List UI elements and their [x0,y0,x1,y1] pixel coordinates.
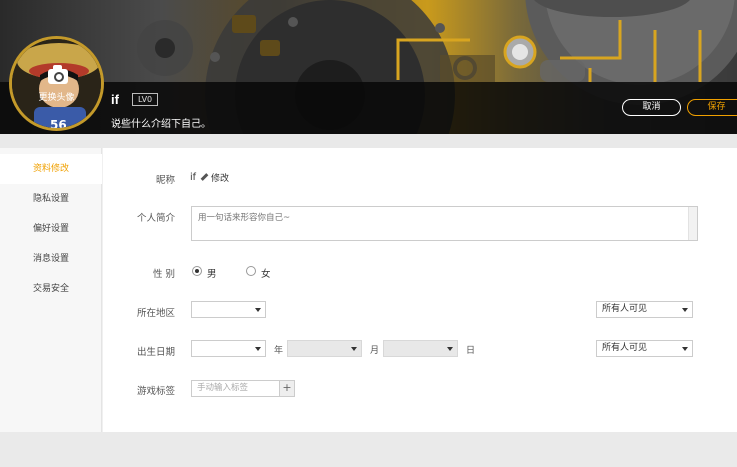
nickname-label: 昵称 [155,175,175,186]
intro-scrollbar[interactable] [688,207,697,240]
birth-day-select[interactable] [383,340,458,357]
region-visibility-select[interactable]: 所有人可见 [596,301,693,318]
camera-icon[interactable] [48,65,68,84]
chevron-down-icon [255,308,261,312]
sidebar-item-preferences[interactable]: 偏好设置 [0,214,102,244]
footer-area [0,432,737,467]
nickname-value: if [190,172,196,183]
sidebar-item-privacy[interactable]: 隐私设置 [0,184,102,214]
chevron-down-icon [255,347,261,351]
chevron-down-icon [447,347,453,351]
tags-label: 游戏标签 [136,386,175,397]
change-avatar-label[interactable]: 更换头像 [12,90,101,103]
pencil-icon [200,173,209,182]
sidebar-item-trade-security[interactable]: 交易安全 [0,274,102,304]
gender-male-radio[interactable] [192,266,202,276]
bio-summary: 说些什么介绍下自己。 [111,119,211,130]
sidebar-item-messages[interactable]: 消息设置 [0,244,102,274]
intro-textarea[interactable] [191,206,698,241]
avatar[interactable]: 56 更换头像 [9,36,104,131]
level-badge: LV0 [132,93,159,106]
chevron-down-icon [682,308,688,312]
sidebar-item-profile[interactable]: 资料修改 [0,154,102,184]
birth-month-select[interactable] [287,340,362,357]
chevron-down-icon [682,347,688,351]
birthday-visibility-value: 所有人可见 [602,343,648,353]
gender-label: 性 别 [152,269,175,280]
edit-nickname-link[interactable]: 修改 [200,171,229,184]
year-unit: 年 [274,346,284,356]
day-unit: 日 [466,346,476,356]
region-select[interactable] [191,301,266,318]
tag-input[interactable]: 手动输入标签 [191,380,279,397]
gender-female-label[interactable]: 女 [261,266,271,280]
add-tag-button[interactable]: + [279,380,295,397]
birthday-visibility-select[interactable]: 所有人可见 [596,340,693,357]
gender-female-radio[interactable] [246,266,256,276]
settings-sidebar: 资料修改 隐私设置 偏好设置 消息设置 交易安全 [0,148,102,432]
chevron-down-icon [351,347,357,351]
cancel-button[interactable]: 取消 [622,99,681,116]
banner-divider [0,134,737,148]
save-button[interactable]: 保存 [687,99,737,116]
region-label: 所在地区 [136,308,175,319]
intro-label: 个人简介 [136,213,175,224]
profile-banner: 56 更换头像 if LV0 说些什么介绍下自己。 取消 保存 [0,0,737,148]
month-unit: 月 [370,346,380,356]
birth-year-select[interactable] [191,340,266,357]
username: if [111,92,119,107]
edit-nickname-label: 修改 [211,174,230,184]
gender-male-label[interactable]: 男 [207,266,217,280]
region-visibility-value: 所有人可见 [602,304,648,314]
birthday-label: 出生日期 [136,347,175,358]
